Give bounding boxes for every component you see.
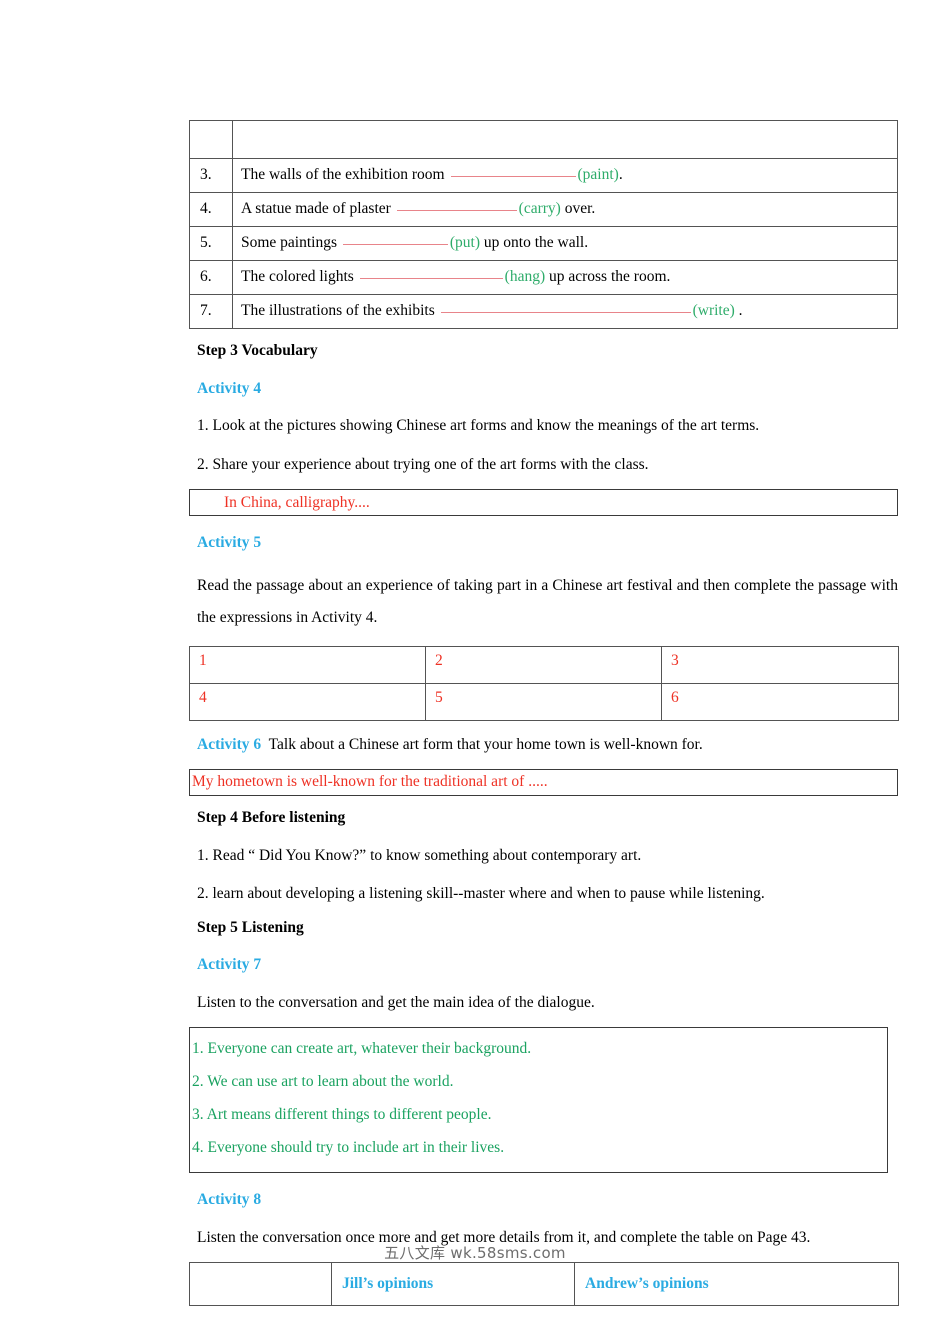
activity7-instruction: Listen to the conversation and get the m…: [197, 994, 595, 1011]
sentence-after: up across the room.: [545, 268, 671, 286]
row-number: 6.: [189, 260, 233, 295]
answer-blank[interactable]: [396, 210, 517, 212]
row-sentence: The walls of the exhibition room (paint)…: [232, 158, 898, 193]
activity6-answer-box[interactable]: My hometown is well-known for the tradit…: [189, 769, 898, 796]
opinions-col-jill: Jill’s opinions: [331, 1262, 575, 1307]
row-sentence: Some paintings (put) up onto the wall.: [232, 226, 898, 261]
verb-hint: (carry): [518, 200, 561, 218]
sentence-after: over.: [560, 200, 596, 218]
answer-cell[interactable]: 1: [189, 645, 426, 684]
activity7-answer-line: 1. Everyone can create art, whatever the…: [192, 1040, 532, 1058]
activity8-opinions-table: Jill’s opinions Andrew’s opinions: [189, 1262, 899, 1307]
page-content: 3. The walls of the exhibition room (pai…: [189, 120, 899, 1307]
activity6-sample-answer: My hometown is well-known for the tradit…: [192, 773, 548, 791]
table-row: 4. A statue made of plaster (carry) over…: [189, 192, 898, 227]
verb-hint: (paint): [577, 166, 619, 184]
row-number: 3.: [189, 158, 233, 193]
activity4-answer-box[interactable]: In China, calligraphy....: [189, 489, 898, 517]
sentence-before: The walls of the exhibition room: [241, 166, 449, 184]
activity7-answer-line: 4. Everyone should try to include art in…: [192, 1139, 505, 1157]
activity6-heading: Activity 6: [197, 735, 262, 753]
table-row: 4 5 6: [189, 682, 899, 721]
activity7-heading: Activity 7: [197, 956, 262, 974]
answer-blank[interactable]: [450, 176, 576, 178]
verb-hint: (hang): [504, 268, 546, 286]
activity5-answer-grid: 1 2 3 4 5 6: [189, 645, 899, 721]
activity7-answer-line: 3. Art means different things to differe…: [192, 1106, 492, 1124]
row-sentence: [232, 120, 898, 159]
answer-cell[interactable]: 2: [425, 645, 662, 684]
activity6-instruction: Talk about a Chinese art form that your …: [268, 735, 703, 753]
activity7-answer-line: 2. We can use art to learn about the wor…: [192, 1073, 454, 1091]
sentence-before: A statue made of plaster: [241, 200, 395, 218]
sentence-after: up onto the wall.: [480, 234, 589, 252]
row-number: 5.: [189, 226, 233, 261]
row-number: 4.: [189, 192, 233, 227]
answer-blank[interactable]: [359, 278, 503, 280]
sentence-before: The illustrations of the exhibits: [241, 302, 439, 320]
activity4-sample-answer: In China, calligraphy....: [224, 493, 370, 511]
sentence-before: Some paintings: [241, 234, 341, 252]
activity5-heading: Activity 5: [197, 534, 262, 552]
activity4-instruction-2: 2. Share your experience about trying on…: [197, 455, 649, 473]
table-row: 7. The illustrations of the exhibits (wr…: [189, 294, 898, 329]
answer-blank[interactable]: [440, 312, 691, 314]
footer-watermark: 五八文库 wk.58sms.com: [384, 1244, 566, 1262]
table-row: Jill’s opinions Andrew’s opinions: [189, 1262, 899, 1307]
row-sentence: A statue made of plaster (carry) over.: [232, 192, 898, 227]
answer-cell[interactable]: 5: [425, 682, 662, 721]
step4-instruction-2: 2. learn about developing a listening sk…: [197, 885, 765, 903]
activity4-heading: Activity 4: [197, 379, 262, 397]
sentence-after: .: [734, 302, 743, 320]
answer-blank[interactable]: [342, 244, 448, 246]
row-number: [189, 120, 233, 159]
table-row: [189, 120, 898, 159]
answer-cell[interactable]: 4: [189, 682, 426, 721]
opinions-col-andrew: Andrew’s opinions: [574, 1262, 899, 1307]
table-row: 3. The walls of the exhibition room (pai…: [189, 158, 898, 193]
sentence-after: .: [618, 166, 623, 184]
table-row: 5. Some paintings (put) up onto the wall…: [189, 226, 898, 261]
activity4-instruction-1: 1. Look at the pictures showing Chinese …: [197, 417, 760, 435]
document-page: 3. The walls of the exhibition room (pai…: [0, 0, 950, 1344]
row-sentence: The illustrations of the exhibits (write…: [232, 294, 898, 329]
activity5-instruction: Read the passage about an experience of …: [197, 577, 898, 626]
answer-cell[interactable]: 3: [661, 645, 899, 684]
verb-hint: (put): [449, 234, 481, 252]
verb-exercise-table: 3. The walls of the exhibition room (pai…: [189, 120, 898, 329]
verb-hint: (write): [692, 302, 735, 320]
activity7-answer-box[interactable]: 1. Everyone can create art, whatever the…: [189, 1027, 888, 1174]
table-row: 6. The colored lights (hang) up across t…: [189, 260, 898, 295]
table-row: 1 2 3: [189, 645, 899, 684]
activity8-heading: Activity 8: [197, 1191, 262, 1209]
step4-instruction-1: 1. Read “ Did You Know?” to know somethi…: [197, 846, 642, 864]
verb-table-body: 3. The walls of the exhibition room (pai…: [189, 120, 898, 329]
sentence-before: The colored lights: [241, 268, 358, 286]
opinions-col-blank: [189, 1262, 332, 1307]
step4-heading: Step 4 Before listening: [197, 809, 346, 826]
step5-heading: Step 5 Listening: [197, 918, 304, 936]
activity6-line: Activity 6 Talk about a Chinese art form…: [197, 734, 898, 756]
answer-cell[interactable]: 6: [661, 682, 899, 721]
row-sentence: The colored lights (hang) up across the …: [232, 260, 898, 295]
step3-heading: Step 3 Vocabulary: [197, 342, 318, 359]
row-number: 7.: [189, 294, 233, 329]
